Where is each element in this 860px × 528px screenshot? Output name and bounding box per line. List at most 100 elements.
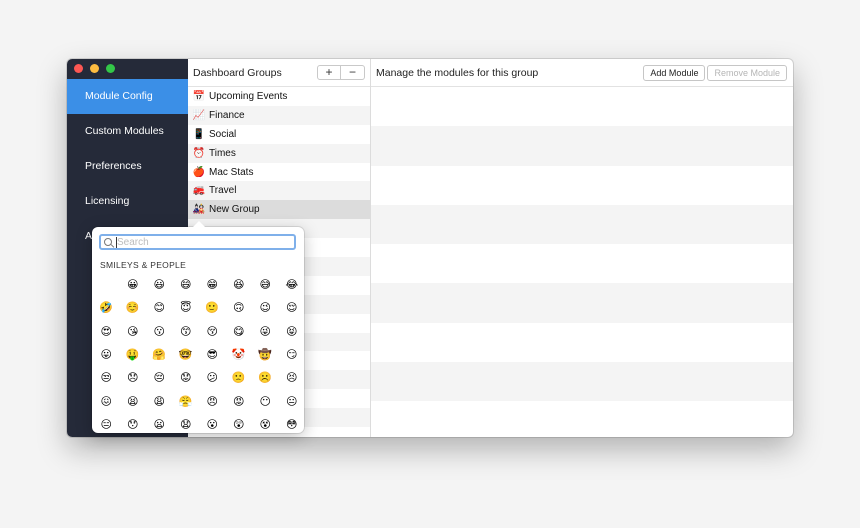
emoji-cell[interactable]: 🙁 xyxy=(226,367,253,390)
group-row[interactable]: ⏰ Times xyxy=(188,143,370,163)
emoji-cell[interactable]: 😆 xyxy=(226,274,253,297)
module-row xyxy=(371,283,793,323)
sidebar-item-module-config[interactable]: Module Config xyxy=(67,79,188,114)
emoji-cell[interactable]: 😑 xyxy=(93,414,120,437)
phone-icon: 📱 xyxy=(192,128,206,140)
emoji-cell[interactable]: 🤡 xyxy=(226,344,253,367)
emoji-cell[interactable]: 😜 xyxy=(252,321,279,344)
dolls-icon[interactable]: 🎎 xyxy=(192,204,206,215)
emoji-cell[interactable]: 🤗 xyxy=(146,344,173,367)
module-buttons: Add Module Remove Module xyxy=(643,65,787,81)
modules-title: Manage the modules for this group xyxy=(376,66,539,79)
emoji-cell[interactable]: 😶 xyxy=(252,390,279,413)
group-row[interactable]: 📅 Upcoming Events xyxy=(188,87,370,106)
emoji-cell[interactable]: 😃 xyxy=(146,274,173,297)
emoji-cell[interactable]: 🙃 xyxy=(226,297,253,320)
emoji-cell[interactable]: 😡 xyxy=(226,390,253,413)
emoji-cell[interactable]: 😗 xyxy=(146,321,173,344)
emoji-cell[interactable]: 😮 xyxy=(199,414,226,437)
sidebar-item-custom-modules[interactable]: Custom Modules xyxy=(67,114,188,149)
group-label: Times xyxy=(209,147,236,159)
group-row-selected[interactable]: 🎎 New Group xyxy=(188,200,370,220)
emoji-cell[interactable]: 😝 xyxy=(279,321,306,344)
group-label: New Group xyxy=(209,204,260,216)
zoom-button[interactable] xyxy=(106,64,115,73)
emoji-cell[interactable]: 😉 xyxy=(252,297,279,320)
emoji-cell[interactable]: ☹️ xyxy=(252,367,279,390)
emoji-cell[interactable]: ☺️ xyxy=(120,297,147,320)
emoji-cell[interactable]: 😙 xyxy=(173,321,200,344)
emoji-cell[interactable]: 😎 xyxy=(199,344,226,367)
emoji-cell[interactable]: 😲 xyxy=(226,414,253,437)
window-controls xyxy=(74,64,115,73)
minimize-button[interactable] xyxy=(90,64,99,73)
emoji-cell[interactable]: 😁 xyxy=(199,274,226,297)
emoji-cell[interactable]: 🤠 xyxy=(252,344,279,367)
emoji-cell[interactable]: 😕 xyxy=(199,367,226,390)
emoji-cell[interactable] xyxy=(93,274,120,297)
apple-icon: 🍎 xyxy=(192,166,206,178)
emoji-cell[interactable]: 😏 xyxy=(279,344,306,367)
emoji-cell[interactable]: 😦 xyxy=(146,414,173,437)
emoji-cell[interactable]: 😒 xyxy=(93,367,120,390)
group-row[interactable]: 📈 Finance xyxy=(188,105,370,125)
fire-engine-icon: 🚒 xyxy=(192,185,206,197)
sidebar-item-preferences[interactable]: Preferences xyxy=(67,149,188,184)
close-button[interactable] xyxy=(74,64,83,73)
emoji-cell[interactable]: 😅 xyxy=(252,274,279,297)
module-row xyxy=(371,323,793,362)
emoji-cell[interactable]: 😯 xyxy=(120,414,147,437)
group-row[interactable]: 📱 Social xyxy=(188,125,370,144)
emoji-cell[interactable]: 😵 xyxy=(252,414,279,437)
emoji-cell[interactable]: 😘 xyxy=(120,321,147,344)
emoji-cell[interactable]: 😂 xyxy=(279,274,306,297)
remove-group-button[interactable]: − xyxy=(341,65,365,80)
module-row xyxy=(371,166,793,205)
module-row xyxy=(371,362,793,402)
emoji-grid: 😀 😃 😄 😁 😆 😅 😂 🤣 ☺️ 😊 😇 🙂 🙃 😉 😌 😍 😘 😗 😙 😚 😋 😜 😝 😛 🤑 🤗 🤓 😎 🤡 🤠 😏 😒 😞 😔 😟 😕 🙁 ☹️… xyxy=(93,274,303,437)
group-row[interactable]: 🍎 Mac Stats xyxy=(188,163,370,182)
groups-title: Dashboard Groups xyxy=(193,66,282,79)
group-row[interactable]: 🚒 Travel xyxy=(188,181,370,201)
emoji-cell[interactable]: 😤 xyxy=(173,390,200,413)
emoji-category-label: SMILEYS & PEOPLE xyxy=(100,260,187,270)
emoji-cell[interactable]: 😠 xyxy=(199,390,226,413)
module-row xyxy=(371,401,793,437)
emoji-cell[interactable]: 😣 xyxy=(279,367,306,390)
chart-icon: 📈 xyxy=(192,109,206,121)
group-label: Finance xyxy=(209,109,245,121)
emoji-cell[interactable]: 😊 xyxy=(146,297,173,320)
emoji-cell[interactable]: 🤑 xyxy=(120,344,147,367)
emoji-cell[interactable]: 😖 xyxy=(93,390,120,413)
sidebar-item-licensing[interactable]: Licensing xyxy=(67,184,188,219)
emoji-cell[interactable]: 😀 xyxy=(120,274,147,297)
emoji-cell[interactable]: 😧 xyxy=(173,414,200,437)
emoji-cell[interactable]: 😇 xyxy=(173,297,200,320)
group-label: Upcoming Events xyxy=(209,90,288,102)
emoji-cell[interactable]: 😄 xyxy=(173,274,200,297)
add-group-button[interactable]: + xyxy=(317,65,341,80)
emoji-cell[interactable]: 😍 xyxy=(93,321,120,344)
emoji-cell[interactable]: 😚 xyxy=(199,321,226,344)
emoji-cell[interactable]: 😛 xyxy=(93,344,120,367)
emoji-cell[interactable]: 😫 xyxy=(120,390,147,413)
alarm-clock-icon: ⏰ xyxy=(192,147,206,159)
emoji-cell[interactable]: 😌 xyxy=(279,297,306,320)
emoji-cell[interactable]: 😔 xyxy=(146,367,173,390)
group-add-remove: + − xyxy=(317,65,365,80)
module-list xyxy=(371,87,793,437)
emoji-cell[interactable]: 😞 xyxy=(120,367,147,390)
emoji-cell[interactable]: 🤣 xyxy=(93,297,120,320)
emoji-cell[interactable]: 😋 xyxy=(226,321,253,344)
popover-arrow xyxy=(192,221,206,228)
remove-module-button[interactable]: Remove Module xyxy=(707,65,787,81)
emoji-search-box[interactable] xyxy=(99,234,296,250)
emoji-cell[interactable]: 😳 xyxy=(279,414,306,437)
emoji-cell[interactable]: 😐 xyxy=(279,390,306,413)
emoji-cell[interactable]: 🙂 xyxy=(199,297,226,320)
emoji-search-input[interactable] xyxy=(116,236,287,248)
emoji-cell[interactable]: 😟 xyxy=(173,367,200,390)
emoji-cell[interactable]: 🤓 xyxy=(173,344,200,367)
emoji-cell[interactable]: 😩 xyxy=(146,390,173,413)
add-module-button[interactable]: Add Module xyxy=(643,65,706,81)
